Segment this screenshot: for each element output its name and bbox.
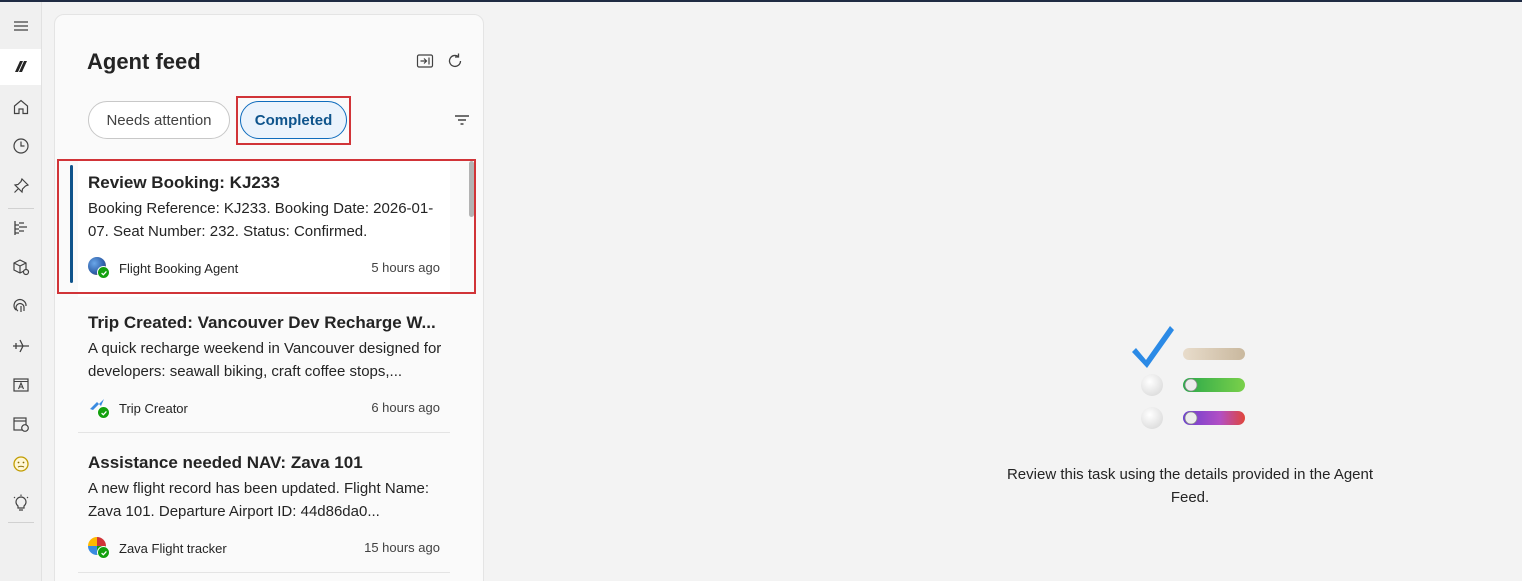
feed-item-agent: Zava Flight tracker [88, 537, 227, 559]
feed-item-review-booking[interactable]: Review Booking: KJ233 Booking Reference:… [70, 161, 450, 297]
feed-item-title: Trip Created: Vancouver Dev Recharge W..… [88, 313, 436, 332]
agent-name: Trip Creator [119, 400, 188, 416]
tree-structure-icon[interactable] [0, 210, 41, 246]
tab-needs-attention[interactable]: Needs attention [88, 101, 230, 139]
agent-name: Zava Flight tracker [119, 540, 227, 556]
feed-title: Agent feed [87, 49, 201, 74]
window-top-edge [0, 0, 1522, 2]
hamburger-menu-icon[interactable] [0, 8, 41, 44]
open-in-panel-icon[interactable] [415, 51, 435, 71]
list-divider [78, 572, 450, 573]
rail-divider [8, 208, 34, 209]
list-divider [78, 432, 450, 433]
tab-completed[interactable]: Completed [240, 101, 347, 139]
pin-icon[interactable] [0, 168, 41, 204]
feed-item-assistance-needed[interactable]: Assistance needed NAV: Zava 101 A new fl… [78, 441, 450, 577]
fingerprint-icon[interactable] [0, 288, 41, 324]
feed-item-description: Booking Reference: KJ233. Booking Date: … [88, 200, 434, 240]
trip-creator-avatar-icon [88, 397, 110, 419]
feed-item-title: Review Booking: KJ233 [88, 173, 280, 192]
empty-state-message: Review this task using the details provi… [1006, 466, 1374, 506]
feed-item-agent: Flight Booking Agent [88, 257, 238, 279]
feed-item-time: 6 hours ago [371, 400, 440, 415]
emoji-icon[interactable] [0, 446, 41, 482]
filter-icon[interactable] [451, 109, 473, 131]
lightbulb-icon[interactable] [0, 485, 41, 521]
flight-icon[interactable] [0, 328, 41, 364]
navigation-rail [0, 2, 42, 581]
text-box-icon[interactable] [0, 367, 41, 403]
feed-item-title: Assistance needed NAV: Zava 101 [88, 453, 363, 472]
details-empty-state: Review this task using the details provi… [1000, 320, 1380, 520]
agent-name: Flight Booking Agent [119, 260, 239, 276]
feed-scrollbar[interactable] [469, 161, 474, 217]
home-icon[interactable] [0, 89, 41, 125]
copilot-logo-icon[interactable] [0, 49, 41, 85]
flight-booking-agent-avatar-icon [88, 257, 110, 279]
selected-indicator [70, 165, 73, 283]
feed-item-trip-created[interactable]: Trip Created: Vancouver Dev Recharge W..… [78, 301, 450, 437]
feed-item-time: 15 hours ago [364, 540, 440, 555]
agent-feed-panel: Agent feed Needs attention Completed Rev… [54, 14, 484, 581]
refresh-icon[interactable] [445, 51, 465, 71]
feed-item-time: 5 hours ago [371, 260, 440, 275]
calendar-clock-icon[interactable] [0, 406, 41, 442]
feed-item-description: A quick recharge weekend in Vancouver de… [88, 340, 442, 380]
task-checklist-illustration-icon [1132, 326, 1245, 429]
feed-item-description: A new flight record has been updated. Fl… [88, 480, 430, 520]
cube-settings-icon[interactable] [0, 249, 41, 285]
rail-divider [8, 522, 34, 523]
feed-item-agent: Trip Creator [88, 397, 188, 419]
clock-history-icon[interactable] [0, 128, 41, 164]
flight-tracker-avatar-icon [88, 537, 110, 559]
